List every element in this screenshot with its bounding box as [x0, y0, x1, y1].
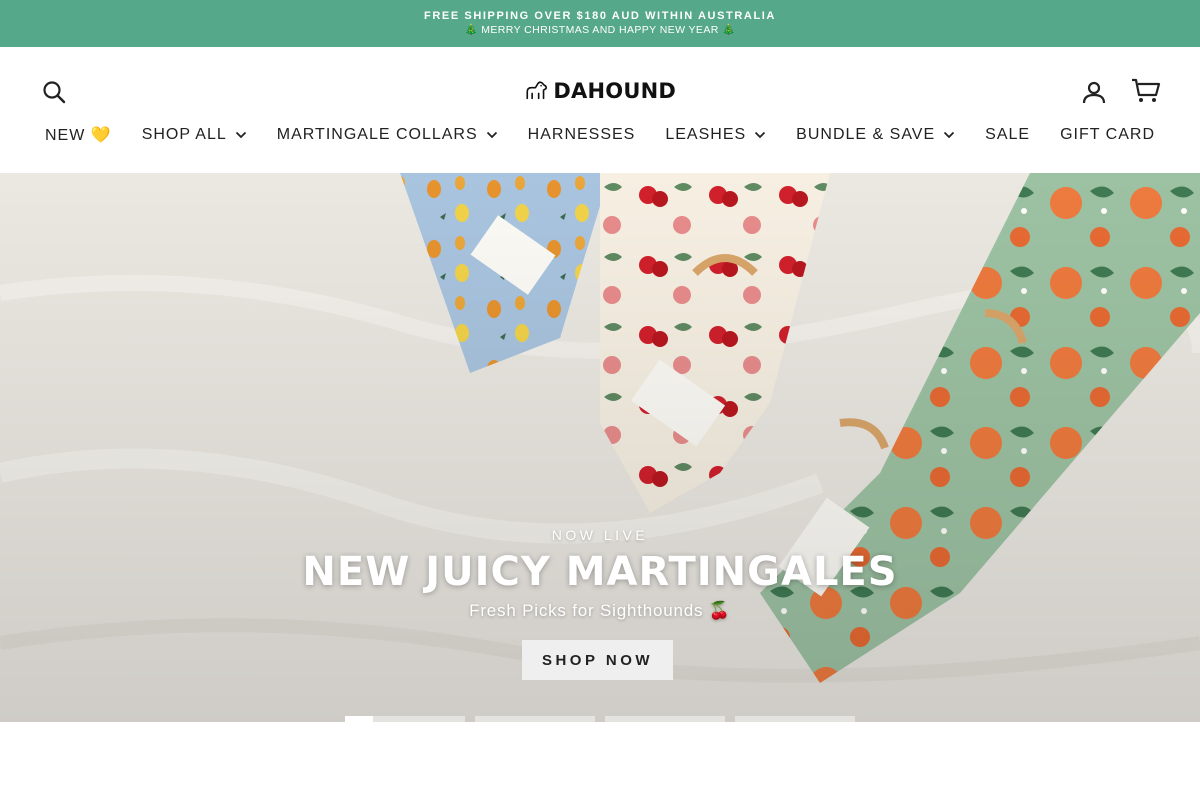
- chevron-down-icon: [486, 131, 498, 139]
- nav-item-sale[interactable]: SALE: [985, 126, 1030, 144]
- search-icon: [43, 81, 66, 104]
- slide-dot-1[interactable]: [345, 716, 465, 722]
- hero-slideshow[interactable]: NOW LIVE NEW JUICY MARTINGALES Fresh Pic…: [0, 173, 1200, 722]
- main-navigation: NEW 💛 SHOP ALL MARTINGALE COLLARS HARNES…: [0, 123, 1200, 147]
- announcement-shipping-text: FREE SHIPPING OVER $180 AUD WITHIN AUSTR…: [424, 10, 776, 22]
- cart-button[interactable]: [1128, 74, 1164, 108]
- nav-item-label: SHOP ALL: [141, 126, 227, 143]
- slide-dot-3[interactable]: [605, 716, 725, 722]
- slide-dot-2[interactable]: [475, 716, 595, 722]
- nav-item-label: BUNDLE & SAVE: [796, 126, 936, 143]
- logo-text: DAHOUND: [553, 79, 676, 103]
- hero-headline: NEW JUICY MARTINGALES: [302, 549, 898, 595]
- slide-dot-4[interactable]: [735, 716, 855, 722]
- hero-subline: Fresh Picks for Sighthounds 🍒: [469, 601, 731, 620]
- nav-item-label: GIFT CARD: [1060, 126, 1155, 143]
- nav-item-label: MARTINGALE COLLARS: [276, 126, 478, 143]
- nav-item-martingale-collars[interactable]: MARTINGALE COLLARS: [277, 126, 498, 144]
- chevron-down-icon: [754, 131, 766, 139]
- shop-now-button[interactable]: SHOP NOW: [522, 640, 673, 680]
- nav-item-label: HARNESSES: [527, 126, 636, 143]
- account-icon: [1082, 81, 1106, 104]
- nav-item-shop-all[interactable]: SHOP ALL: [142, 126, 247, 144]
- nav-item-new[interactable]: NEW 💛: [45, 125, 112, 145]
- site-header: DAHOUND NEW 💛 SHOP ALL MARTINGALE COLLAR…: [0, 47, 1200, 173]
- announcement-bar: FREE SHIPPING OVER $180 AUD WITHIN AUSTR…: [0, 0, 1200, 47]
- site-logo[interactable]: DAHOUND: [524, 75, 676, 107]
- chevron-down-icon: [943, 131, 955, 139]
- nav-item-bundle-save[interactable]: BUNDLE & SAVE: [796, 126, 955, 144]
- announcement-holiday-text: 🎄 MERRY CHRISTMAS AND HAPPY NEW YEAR 🎄: [464, 24, 736, 36]
- chevron-down-icon: [235, 131, 247, 139]
- nav-item-label: NEW 💛: [44, 127, 112, 144]
- search-button[interactable]: [38, 77, 70, 107]
- nav-item-label: SALE: [985, 126, 1031, 143]
- hero-eyebrow: NOW LIVE: [551, 527, 649, 543]
- account-button[interactable]: [1078, 77, 1110, 107]
- hero-text-block: NOW LIVE NEW JUICY MARTINGALES Fresh Pic…: [0, 527, 1200, 621]
- slide-progress-fill: [345, 716, 373, 722]
- nav-item-leashes[interactable]: LEASHES: [665, 126, 766, 144]
- nav-item-label: LEASHES: [665, 126, 747, 143]
- nav-item-harnesses[interactable]: HARNESSES: [528, 126, 636, 144]
- dog-logo-icon: [526, 81, 547, 100]
- slideshow-pagination: [345, 716, 865, 722]
- cart-icon: [1132, 78, 1161, 102]
- nav-item-gift-card[interactable]: GIFT CARD: [1060, 126, 1155, 144]
